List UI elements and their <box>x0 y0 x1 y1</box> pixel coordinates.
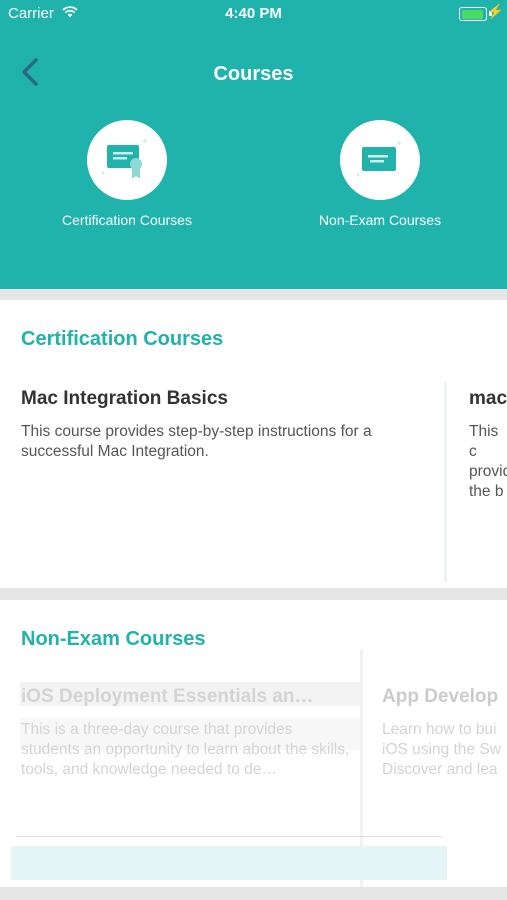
course-description: This c provid the b <box>469 423 507 500</box>
app-header: Carrier 4:40 PM ⚡ Courses Certification … <box>0 0 507 289</box>
course-title: iOS Deployment Essentials an… <box>21 686 314 707</box>
non-exam-section: Non-Exam Courses iOS Deployment Essentia… <box>0 600 507 887</box>
card-divider <box>444 382 447 582</box>
course-title: App Develop <box>382 686 499 707</box>
category-icon-circle <box>87 120 167 200</box>
course-description: This is a three-day course that provides… <box>21 721 350 778</box>
category-label: Certification Courses <box>62 212 192 228</box>
course-description: Learn how to bui iOS using the Sw Discov… <box>382 721 501 778</box>
document-icon <box>356 141 401 177</box>
status-bar: Carrier 4:40 PM ⚡ <box>0 0 507 28</box>
loading-placeholder-bar <box>11 846 447 880</box>
category-icon-circle <box>340 120 420 200</box>
category-non-exam-button[interactable]: Non-Exam Courses <box>280 120 480 228</box>
course-description: This course provides step-by-step instru… <box>21 423 372 460</box>
certificate-icon <box>101 139 147 179</box>
section-heading: Certification Courses <box>21 328 224 350</box>
course-card[interactable]: Mac Integration Basics This course provi… <box>0 380 444 580</box>
battery-level <box>461 9 483 19</box>
section-heading: Non-Exam Courses <box>21 628 206 650</box>
charging-icon: ⚡ <box>486 3 504 19</box>
course-title: Mac Integration Basics <box>21 388 228 409</box>
status-time: 4:40 PM <box>225 5 282 22</box>
course-title: mac <box>469 388 507 409</box>
battery-icon <box>459 7 487 21</box>
course-card[interactable]: mac This c provid the b <box>448 380 507 580</box>
divider-line <box>16 836 442 837</box>
certification-section: Certification Courses Mac Integration Ba… <box>0 300 507 588</box>
page-title: Courses <box>213 63 294 85</box>
category-label: Non-Exam Courses <box>318 212 442 228</box>
category-certification-button[interactable]: Certification Courses <box>27 120 227 228</box>
